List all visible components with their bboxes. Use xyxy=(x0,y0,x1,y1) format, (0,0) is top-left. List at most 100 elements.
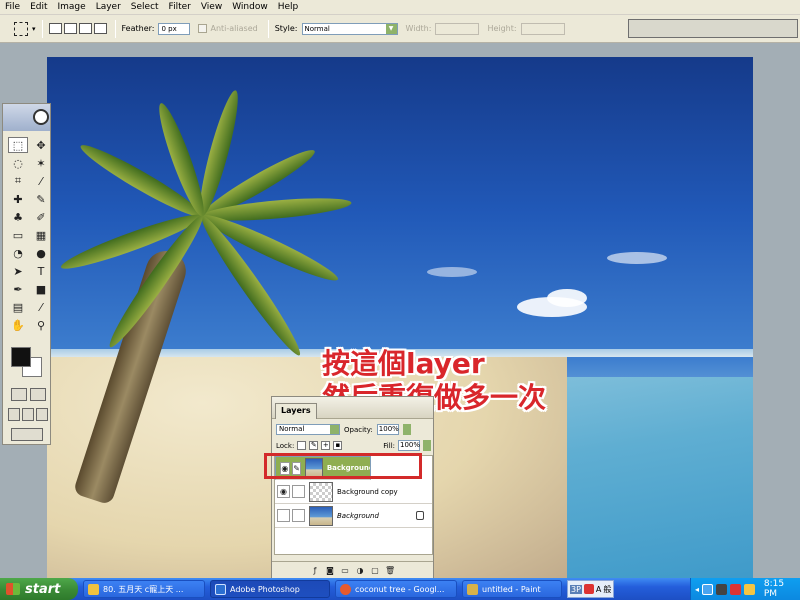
tool-preset-dropdown-icon[interactable]: ▾ xyxy=(32,25,36,33)
link-icon[interactable] xyxy=(292,485,305,498)
clone-stamp-tool-icon[interactable]: ♣ xyxy=(8,209,28,225)
hand-tool-icon[interactable]: ✋ xyxy=(8,317,28,333)
chevron-down-icon: ▼ xyxy=(385,23,397,34)
feather-input[interactable]: 0 px xyxy=(158,22,191,35)
taskbar: start 80. 五月天 c寵上天 ... Adobe Photoshop c… xyxy=(0,578,800,600)
dodge-tool-icon[interactable]: ● xyxy=(31,245,51,261)
style-select[interactable]: Normal ▼ xyxy=(301,22,398,35)
menu-file[interactable]: File xyxy=(0,0,25,15)
type-tool-icon[interactable]: T xyxy=(31,263,51,279)
lock-pixels-icon[interactable]: ✎ xyxy=(309,441,319,450)
menu-select[interactable]: Select xyxy=(126,0,164,15)
move-tool-icon[interactable]: ✥ xyxy=(31,137,51,153)
new-layer-icon[interactable]: ▢ xyxy=(370,566,380,576)
lock-position-icon[interactable]: + xyxy=(321,441,331,450)
network-icon[interactable] xyxy=(702,583,713,595)
style-label: Style: xyxy=(274,24,298,33)
menu-filter[interactable]: Filter xyxy=(164,0,196,15)
new-selection-icon[interactable] xyxy=(48,23,62,34)
eye-icon[interactable]: ◉ xyxy=(277,485,290,498)
menu-help[interactable]: Help xyxy=(273,0,304,15)
foreground-color-swatch[interactable] xyxy=(11,347,31,367)
volume-icon[interactable] xyxy=(743,583,755,595)
menu-window[interactable]: Window xyxy=(227,0,273,15)
healing-brush-tool-icon[interactable]: ✚ xyxy=(8,191,28,207)
palette-well[interactable] xyxy=(628,19,798,38)
ime-mode[interactable]: 3P xyxy=(570,584,582,594)
subtract-from-selection-icon[interactable] xyxy=(78,23,92,34)
options-bar: ▾ Feather: 0 px Anti-aliased Style: Norm… xyxy=(0,15,800,43)
adjustment-layer-icon[interactable]: ◑ xyxy=(355,566,365,576)
shape-tool-icon[interactable]: ■ xyxy=(31,281,51,297)
add-to-selection-icon[interactable] xyxy=(63,23,77,34)
pen-tool-icon[interactable]: ✒ xyxy=(8,281,28,297)
layers-bottom-bar: ƒ ◙ ▭ ◑ ▢ 🗑 xyxy=(272,561,433,579)
gradient-tool-icon[interactable]: ▦ xyxy=(31,227,51,243)
zoom-tool-icon[interactable]: ⚲ xyxy=(31,317,51,333)
layer-row[interactable]: Background xyxy=(275,504,432,528)
trash-icon[interactable]: 🗑 xyxy=(385,566,395,576)
taskbar-button[interactable]: 80. 五月天 c寵上天 ... xyxy=(83,580,205,598)
taskbar-button-label: coconut tree - Googl... xyxy=(355,584,445,594)
opacity-arrow-icon[interactable] xyxy=(402,424,411,435)
slice-tool-icon[interactable]: ⁄ xyxy=(31,173,51,189)
marquee-tool-icon[interactable]: ⬚ xyxy=(8,137,28,153)
jump-to-imageready-icon[interactable] xyxy=(11,428,43,441)
photoshop-eye-icon xyxy=(33,109,49,125)
ime-char[interactable]: 般 xyxy=(603,584,611,595)
paint-icon xyxy=(467,583,478,595)
blur-tool-icon[interactable]: ◔ xyxy=(8,245,28,261)
system-tray: ◂ 8:15 PM xyxy=(690,578,800,600)
fill-input[interactable]: 100% xyxy=(398,440,420,451)
crop-tool-icon[interactable]: ⌗ xyxy=(8,173,28,189)
menu-view[interactable]: View xyxy=(196,0,227,15)
menu-layer[interactable]: Layer xyxy=(91,0,126,15)
chevron-left-icon[interactable]: ◂ xyxy=(695,585,699,594)
standard-mode-icon[interactable] xyxy=(11,388,27,401)
screen-mode-full-icon[interactable] xyxy=(36,408,48,421)
screen-mode-menu-icon[interactable] xyxy=(22,408,34,421)
fill-label: Fill: xyxy=(383,441,395,450)
fill-arrow-icon[interactable] xyxy=(423,440,431,451)
layer-mask-icon[interactable]: ◙ xyxy=(325,566,335,576)
ime-icon[interactable] xyxy=(583,584,594,594)
taskbar-button[interactable]: coconut tree - Googl... xyxy=(335,580,457,598)
layer-row[interactable]: ◉ Background copy xyxy=(275,480,432,504)
app-tray-icon[interactable] xyxy=(715,583,727,595)
lock-all-icon[interactable]: ▪ xyxy=(333,441,343,450)
brush-tool-icon[interactable]: ✎ xyxy=(31,191,51,207)
link-icon[interactable] xyxy=(292,509,305,522)
blend-mode-select[interactable]: Normal xyxy=(276,424,340,435)
intersect-selection-icon[interactable] xyxy=(93,23,107,34)
eraser-tool-icon[interactable]: ▭ xyxy=(8,227,28,243)
screen-mode-standard-icon[interactable] xyxy=(8,408,20,421)
ime-toolbar[interactable]: 3P A 般 xyxy=(567,580,615,598)
layer-style-icon[interactable]: ƒ xyxy=(310,566,320,576)
quick-mask-mode-icon[interactable] xyxy=(30,388,46,401)
history-brush-tool-icon[interactable]: ✐ xyxy=(31,209,51,225)
toolbox-header[interactable] xyxy=(3,104,50,131)
eyedropper-tool-icon[interactable]: ⁄ xyxy=(31,299,51,315)
width-input[interactable] xyxy=(435,22,480,35)
path-selection-tool-icon[interactable]: ➤ xyxy=(8,263,28,279)
taskbar-button[interactable]: untitled - Paint xyxy=(462,580,562,598)
height-input[interactable] xyxy=(520,22,565,35)
taskbar-button[interactable]: Adobe Photoshop xyxy=(210,580,330,598)
start-button[interactable]: start xyxy=(0,578,78,600)
lasso-tool-icon[interactable]: ◌ xyxy=(8,155,28,171)
opacity-input[interactable]: 100% xyxy=(376,424,399,435)
separator xyxy=(41,19,43,38)
ime-width[interactable]: A xyxy=(596,585,601,594)
eye-icon[interactable] xyxy=(277,509,290,522)
menu-image[interactable]: Image xyxy=(53,0,91,15)
annotation-line-1: 按這個layer xyxy=(322,347,485,380)
lock-transparency-icon[interactable] xyxy=(297,441,307,450)
magic-wand-tool-icon[interactable]: ✶ xyxy=(31,155,51,171)
rectangular-marquee-icon[interactable] xyxy=(14,21,28,36)
notes-tool-icon[interactable]: ▤ xyxy=(8,299,28,315)
security-icon[interactable] xyxy=(729,583,741,595)
anti-aliased-checkbox[interactable] xyxy=(198,24,208,33)
menu-edit[interactable]: Edit xyxy=(25,0,52,15)
layer-set-icon[interactable]: ▭ xyxy=(340,566,350,576)
tab-layers[interactable]: Layers xyxy=(275,403,317,419)
